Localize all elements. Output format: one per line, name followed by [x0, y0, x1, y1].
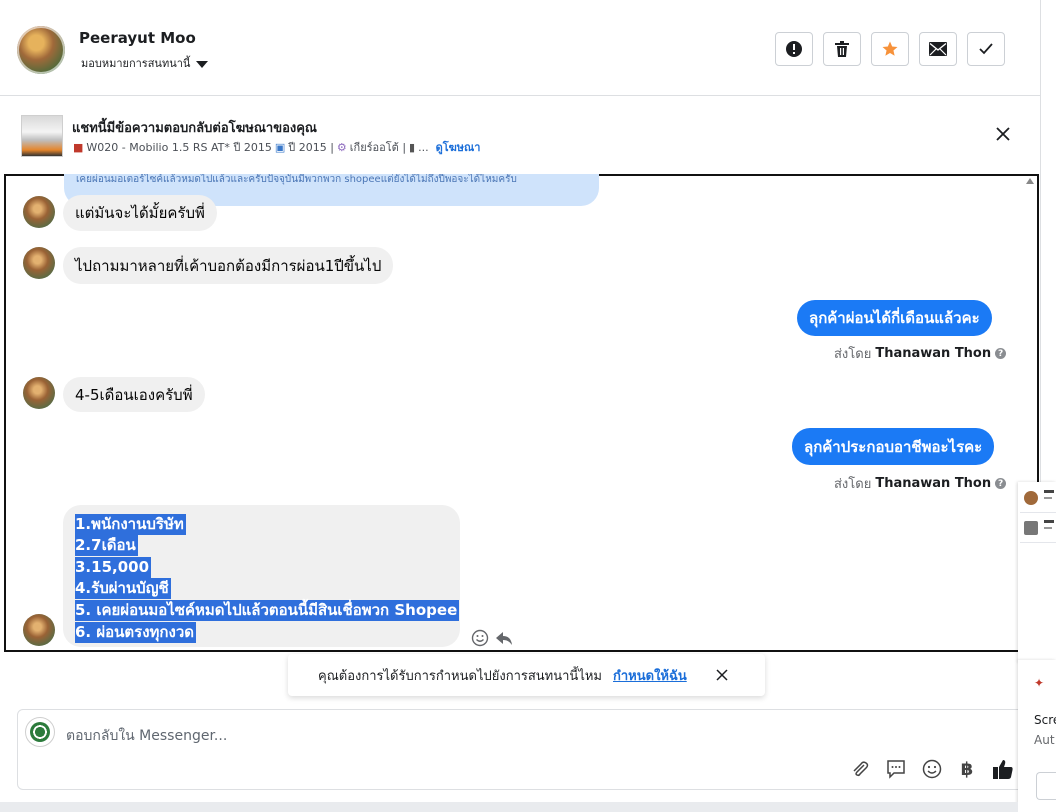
list-item[interactable] [1020, 484, 1056, 513]
bottom-strip [0, 802, 1018, 812]
ad-detail-car: W020 - Mobilio 1.5 RS AT* ปี 2015 [86, 141, 272, 154]
car-icon: ■ [73, 140, 84, 154]
scroll-up-arrow-icon[interactable] [1026, 178, 1034, 184]
avatar[interactable] [17, 26, 65, 74]
mark-unread-button[interactable] [919, 32, 957, 66]
sender-avatar [23, 247, 55, 279]
mail-icon [929, 42, 947, 56]
outgoing-message: ลุกค้าประกอบอาชีพอะไรคะ [792, 428, 995, 465]
message-text: 4-5เดือนเองครับพี่ [75, 385, 193, 404]
attachment-icon [853, 761, 869, 777]
sent-by-line: ส่งโดย Thanawan Thon ? [834, 473, 1007, 494]
message-line: 5. เคยผ่อนมอไซค์หมดไปแล้วตอนนี้มีสินเชื่… [75, 600, 460, 621]
message-line: 4.รับผ่านบัญชี [75, 578, 171, 599]
incoming-message-selected: 1.พนักงานบริษัท 2.7เดือน 3.15,000 4.รับผ… [63, 505, 460, 647]
star-icon [882, 41, 898, 56]
list-item[interactable] [1020, 514, 1056, 543]
thumbs-up-icon [993, 760, 1013, 779]
emoji-button[interactable] [920, 757, 944, 781]
ad-detail-year: ปี 2015 | [288, 141, 334, 154]
sent-by-line: ส่งโดย Thanawan Thon ? [834, 343, 1007, 364]
star-button[interactable] [871, 32, 909, 66]
help-icon[interactable]: ? [995, 478, 1007, 489]
close-icon [716, 669, 728, 681]
baht-icon: ฿ [960, 758, 974, 780]
sender-avatar [23, 196, 55, 228]
close-banner-button[interactable] [991, 122, 1015, 146]
calendar-icon: ▣ [274, 140, 286, 154]
assign-dropdown[interactable]: มอบหมายการสนทนานี้ [81, 54, 209, 72]
delete-button[interactable] [823, 32, 861, 66]
message-text: ลุกค้าผ่อนได้กี่เดือนแล้วคะ [809, 309, 980, 327]
sent-by-label: ส่งโดย [834, 477, 872, 492]
message-text: ลุกค้าประกอบอาชีพอะไรคะ [804, 437, 983, 456]
emoji-icon [922, 759, 942, 779]
side-widget-button[interactable] [1036, 772, 1056, 800]
sent-by-label: ส่งโดย [834, 347, 872, 362]
sender-avatar [23, 614, 55, 646]
sender-avatar [23, 377, 55, 409]
message-text: เคยผ่อนมอเตอร์ไซค์แล้วหมดไปแล้วและครับปั… [76, 174, 517, 185]
close-icon [996, 127, 1010, 141]
ad-details: ■ W020 - Mobilio 1.5 RS AT* ปี 2015 ▣ ปี… [73, 138, 480, 156]
ad-detail-gear: เกียร์ออโต้ | [349, 141, 407, 154]
side-widget-subtitle: Aut [1034, 733, 1055, 747]
alert-icon [786, 41, 802, 57]
mark-spam-button[interactable] [775, 32, 813, 66]
attach-button[interactable] [848, 757, 872, 781]
side-notification-panel [1018, 482, 1056, 662]
contact-name[interactable]: Peerayut Moo [79, 29, 196, 47]
sender-name: Thanawan Thon [875, 476, 992, 491]
payment-button[interactable]: ฿ [955, 757, 979, 781]
caret-down-icon [196, 60, 209, 68]
message-text: ไปถามมาหลายที่เค้าบอกต้องมีการผ่อน1ปีขึ้… [75, 256, 382, 275]
check-icon [979, 43, 993, 55]
message-line: 2.7เดือน [75, 535, 138, 556]
view-ad-link[interactable]: ดูโฆษณา [436, 138, 481, 156]
react-button[interactable] [471, 629, 489, 651]
message-text: แต่มันจะได้มั้ยครับพี่ [75, 204, 205, 222]
message-line: 3.15,000 [75, 557, 152, 578]
assign-label: มอบหมายการสนทนานี้ [81, 57, 191, 70]
mark-done-button[interactable] [967, 32, 1005, 66]
smiley-icon [471, 629, 489, 647]
page-avatar [25, 717, 55, 747]
trash-icon [835, 41, 849, 57]
incoming-message: 4-5เดือนเองครับพี่ [63, 377, 205, 412]
reply-input[interactable]: ตอบกลับใน Messenger... [66, 725, 227, 747]
incoming-message: ไปถามมาหลายที่เค้าบอกต้องมีการผ่อน1ปีขึ้… [63, 247, 394, 284]
ad-detail-more: ... [418, 140, 429, 154]
reply-button[interactable] [495, 629, 513, 651]
saved-reply-icon [887, 760, 905, 779]
app-logo-icon: ✦ [1034, 676, 1045, 690]
right-scroll-edge [1040, 0, 1056, 482]
reply-composer[interactable] [17, 709, 1027, 790]
saved-replies-button[interactable] [884, 757, 908, 781]
outgoing-message: ลุกค้าผ่อนได้กี่เดือนแล้วคะ [797, 300, 992, 336]
help-icon[interactable]: ? [995, 348, 1007, 359]
ad-banner-title: แชทนี้มีข้อความตอบกลับต่อโฆษณาของคุณ [72, 121, 317, 136]
reply-icon [496, 632, 512, 645]
ad-thumbnail [21, 115, 63, 157]
like-button[interactable] [991, 757, 1015, 781]
side-widget-title: Scre [1034, 713, 1056, 727]
incoming-message: แต่มันจะได้มั้ยครับพี่ [63, 195, 217, 231]
assign-to-me-link[interactable]: กำหนดให้ฉัน [613, 665, 687, 686]
assign-prompt-text: คุณต้องการได้รับการกำหนดไปยังการสนทนานี้… [318, 669, 602, 684]
fuel-icon: ▮ [409, 140, 416, 154]
sender-name: Thanawan Thon [875, 346, 992, 361]
dismiss-prompt-button[interactable] [714, 667, 730, 683]
message-line: 6. ผ่อนตรงทุกงวด [75, 622, 196, 643]
message-line: 1.พนักงานบริษัท [75, 514, 186, 535]
gear-icon: ⚙ [336, 140, 347, 154]
